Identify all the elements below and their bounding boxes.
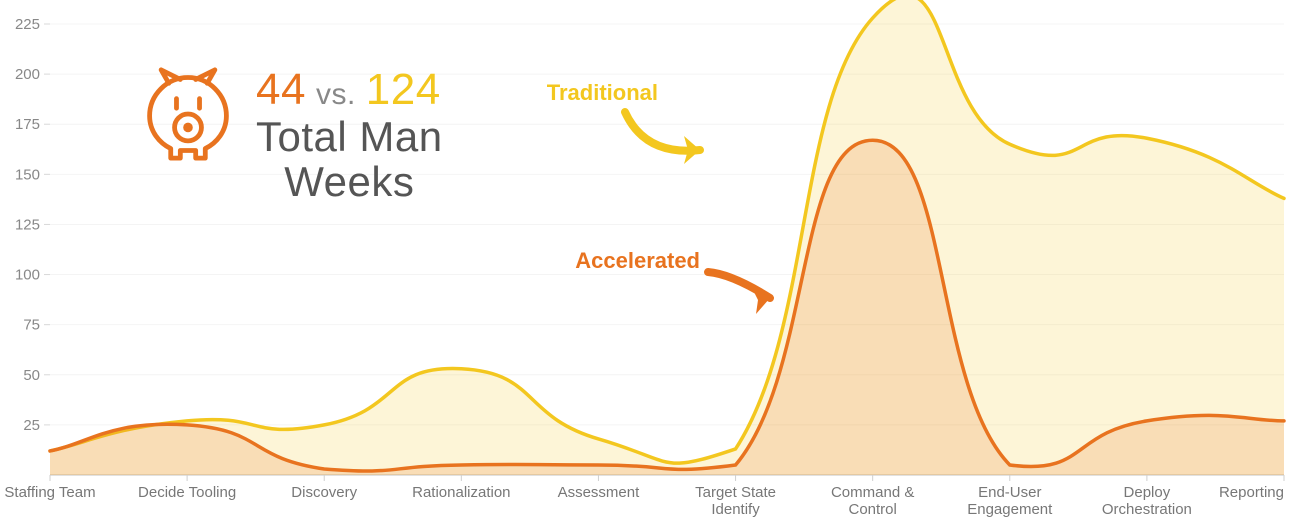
value-traditional: 124 xyxy=(366,66,441,114)
x-axis-label: Identify xyxy=(711,501,760,518)
x-axis-label: Engagement xyxy=(967,501,1053,518)
headline-subtitle-1: Total Man xyxy=(256,114,443,159)
x-axis-label: Deploy xyxy=(1124,484,1171,501)
headline-numbers: 44 vs. 124 xyxy=(256,66,443,114)
svg-text:100: 100 xyxy=(15,267,40,284)
x-axis-label: Rationalization xyxy=(412,484,510,501)
piggy-bank-icon xyxy=(140,66,236,162)
svg-text:175: 175 xyxy=(15,116,40,133)
x-axis-label: Target State xyxy=(695,484,776,501)
headline-block: 44 vs. 124 Total Man Weeks xyxy=(140,66,443,204)
value-accelerated: 44 xyxy=(256,66,306,114)
x-axis-label: End-User xyxy=(978,484,1041,501)
x-axis-label: Staffing Team xyxy=(4,484,95,501)
x-axis-label: Control xyxy=(848,501,896,518)
x-axis-label: Reporting xyxy=(1219,484,1284,501)
svg-text:150: 150 xyxy=(15,166,40,183)
svg-text:225: 225 xyxy=(15,16,40,33)
x-axis-label: Decide Tooling xyxy=(138,484,236,501)
svg-text:25: 25 xyxy=(23,417,40,434)
x-axis-label: Discovery xyxy=(291,484,357,501)
svg-text:50: 50 xyxy=(23,367,40,384)
x-axis-label: Orchestration xyxy=(1102,501,1192,518)
chart-container: 25 50 75 100 125 150 175 200 225 Staffing Team Dec… xyxy=(0,0,1314,529)
headline-subtitle-2: Weeks xyxy=(256,159,443,204)
legend-traditional: Traditional xyxy=(547,80,658,105)
svg-text:200: 200 xyxy=(15,66,40,83)
svg-text:75: 75 xyxy=(23,317,40,334)
x-axis-label: Assessment xyxy=(558,484,641,501)
legend-accelerated: Accelerated xyxy=(575,248,700,273)
headline-text: 44 vs. 124 Total Man Weeks xyxy=(256,66,443,204)
vs-label: vs. xyxy=(316,79,356,111)
svg-text:125: 125 xyxy=(15,216,40,233)
x-axis-label: Command & xyxy=(831,484,914,501)
